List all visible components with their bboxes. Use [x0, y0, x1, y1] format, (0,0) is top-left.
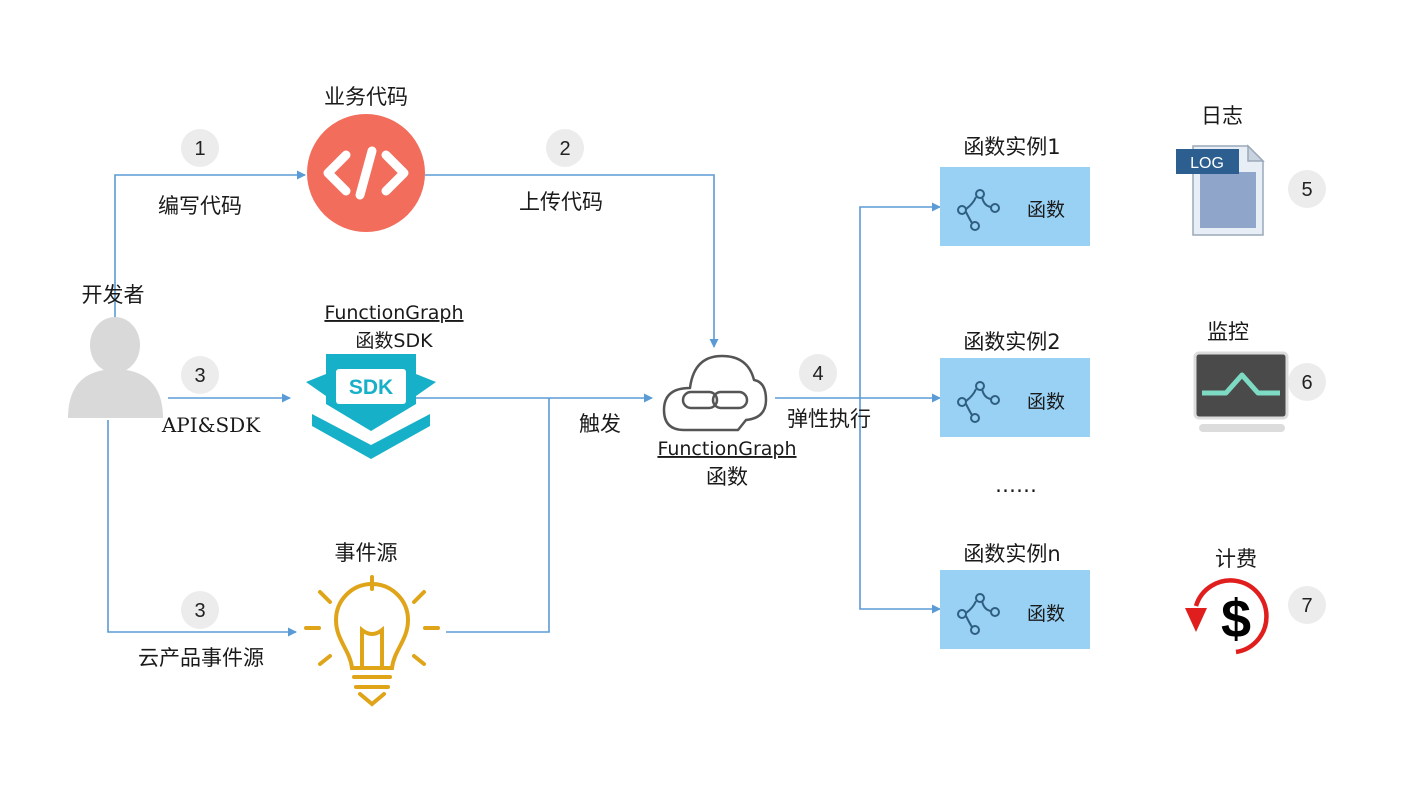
function-instance-2: 函数实例2 函数 [940, 330, 1090, 437]
instance-title-1: 函数实例1 [963, 135, 1060, 159]
instance-box-label-2: 函数 [1027, 391, 1065, 413]
sdk-title: FunctionGraph [324, 302, 463, 324]
scale-label: 弹性执行 [787, 407, 871, 431]
developer: 开发者 [68, 283, 163, 418]
code-icon [307, 114, 425, 232]
sdk-subtitle: 函数SDK [355, 330, 433, 352]
functiongraph-function: FunctionGraph 函数 [657, 354, 797, 489]
step-number-4: 4 [812, 363, 823, 385]
step-scale: 4 弹性执行 [787, 354, 871, 431]
monitor-icon [1193, 351, 1289, 432]
step-number-7: 7 [1301, 595, 1312, 617]
step-number-3b: 3 [194, 600, 205, 622]
function-instance-n: 函数实例n 函数 [940, 542, 1090, 649]
cloud-link-icon [662, 354, 768, 432]
step-number-3a: 3 [194, 365, 205, 387]
function-sdk: FunctionGraph 函数SDK SDK [306, 302, 464, 459]
step-number-2: 2 [559, 138, 570, 160]
log-file-icon: LOG [1176, 144, 1265, 236]
billing-title: 计费 [1215, 547, 1257, 571]
developer-label: 开发者 [82, 283, 145, 307]
functiongraph-diagram: 开发者 1 编写代码 业务代码 2 上传代码 3 API&SDK Functio… [68, 85, 1326, 707]
monitor-title: 监控 [1207, 320, 1249, 344]
step-cloud-event: 3 云产品事件源 [138, 591, 264, 670]
svg-text:$: $ [1221, 589, 1251, 649]
connectors [107, 170, 941, 637]
cloud-event-label: 云产品事件源 [138, 646, 264, 670]
api-sdk-label: API&SDK [161, 413, 261, 437]
step-number-6: 6 [1301, 372, 1312, 394]
instance-title-2: 函数实例2 [963, 330, 1060, 354]
sdk-badge-text: SDK [349, 376, 393, 399]
person-icon [68, 317, 163, 418]
upload-code-label: 上传代码 [519, 190, 603, 214]
step-api-sdk: 3 API&SDK [161, 356, 261, 437]
event-source-label: 事件源 [335, 541, 398, 565]
dollar-refresh-icon: $ [1185, 578, 1269, 655]
function-subtitle: 函数 [706, 465, 748, 489]
event-source: 事件源 [304, 541, 440, 707]
step-number-5: 5 [1301, 179, 1312, 201]
lightbulb-icon [304, 575, 440, 707]
log-badge-text: LOG [1190, 155, 1224, 172]
step-number-1: 1 [194, 138, 205, 160]
business-code: 业务代码 [307, 85, 425, 232]
instances-ellipsis: …… [995, 473, 1037, 497]
log-service: 日志 LOG 5 [1176, 104, 1326, 236]
scale-arrow-1 [859, 202, 941, 398]
event-trigger-line [446, 398, 550, 633]
function-instance-1: 函数实例1 函数 [940, 135, 1090, 246]
trigger-label: 触发 [579, 412, 621, 436]
instance-title-n: 函数实例n [963, 542, 1060, 566]
billing-service: 计费 $ 7 [1185, 547, 1326, 655]
step-write-code: 1 编写代码 [158, 129, 242, 218]
monitor-service: 监控 6 [1193, 320, 1326, 432]
sdk-icon: SDK [306, 354, 436, 459]
step-upload-code: 2 上传代码 [519, 129, 603, 214]
scale-arrow-n [859, 398, 941, 614]
instance-box-label-n: 函数 [1027, 603, 1065, 625]
write-code-label: 编写代码 [158, 194, 242, 218]
instance-box-label-1: 函数 [1027, 199, 1065, 221]
business-code-label: 业务代码 [324, 85, 408, 109]
function-title: FunctionGraph [657, 438, 796, 460]
log-title: 日志 [1201, 104, 1243, 128]
